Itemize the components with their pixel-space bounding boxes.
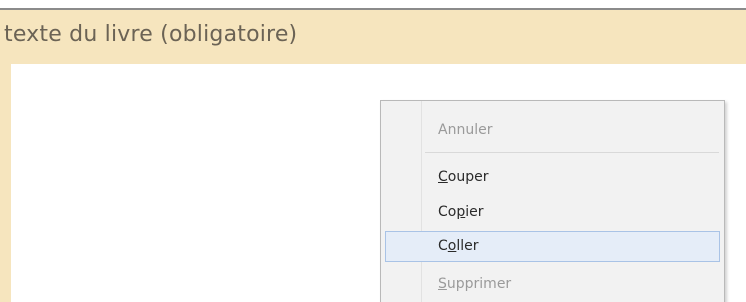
menu-item-cut-label: ouper: [447, 169, 489, 185]
field-left-border: [0, 64, 11, 302]
context-menu: Annuler Couper Copier Coller Supprimer: [380, 100, 725, 302]
menu-item-delete-mnemonic: S: [438, 276, 447, 292]
menu-item-undo-label: Annuler: [438, 122, 493, 138]
top-divider: [0, 0, 746, 10]
menu-item-delete-label: upprimer: [446, 276, 512, 292]
menu-item-copy[interactable]: Copier: [385, 197, 720, 228]
menu-item-paste-label: ller: [456, 238, 479, 254]
menu-item-copy-label: ier: [465, 204, 484, 220]
menu-item-copy-mnemonic: p: [456, 204, 466, 220]
page: texte du livre (obligatoire) Annuler Cou…: [0, 0, 746, 302]
menu-item-cut[interactable]: Couper: [385, 162, 720, 193]
menu-item-cut-mnemonic: C: [438, 169, 448, 185]
field-label: texte du livre (obligatoire): [4, 22, 298, 47]
menu-item-copy-pre: Co: [438, 204, 457, 220]
menu-item-paste-pre: C: [438, 238, 448, 254]
menu-item-undo[interactable]: Annuler: [385, 115, 720, 146]
menu-item-delete[interactable]: Supprimer: [385, 269, 720, 300]
field-header: texte du livre (obligatoire): [0, 10, 746, 64]
menu-separator: [425, 152, 719, 153]
menu-item-paste[interactable]: Coller: [385, 231, 720, 262]
